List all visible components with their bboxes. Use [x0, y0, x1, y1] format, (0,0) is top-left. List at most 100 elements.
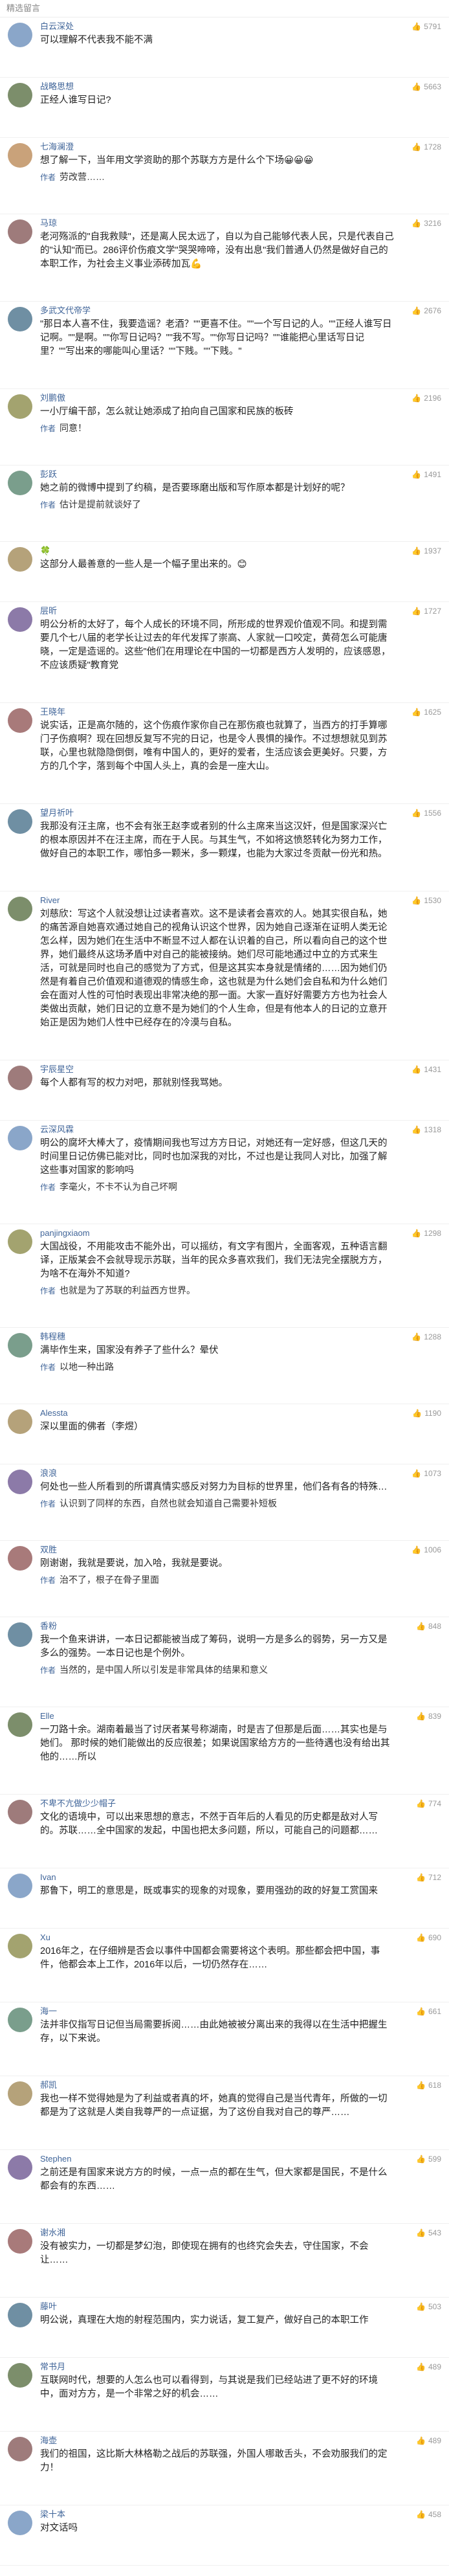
avatar[interactable]: [8, 1712, 32, 1737]
avatar[interactable]: [8, 2155, 32, 2180]
comment-username[interactable]: 谢水湘: [40, 2228, 441, 2238]
comment-username[interactable]: 七海澜澄: [40, 142, 441, 152]
comment-username[interactable]: 马琼: [40, 218, 441, 229]
like-button[interactable]: 👍 1625: [411, 707, 441, 717]
avatar[interactable]: [8, 471, 32, 495]
like-button[interactable]: 👍 1288: [411, 1332, 441, 1342]
like-button[interactable]: 👍 1727: [411, 606, 441, 616]
avatar[interactable]: [8, 1622, 32, 1647]
comment-username[interactable]: 海一: [40, 2006, 441, 2017]
like-button[interactable]: 👍 690: [416, 1932, 441, 1943]
comment-username[interactable]: Stephen: [40, 2154, 441, 2164]
comment-username[interactable]: 层昕: [40, 606, 441, 616]
like-button[interactable]: 👍 1298: [411, 1228, 441, 1238]
comment-username[interactable]: 宇辰星空: [40, 1064, 441, 1075]
like-button[interactable]: 👍 1556: [411, 808, 441, 818]
thumb-up-icon: 👍: [411, 607, 422, 616]
avatar[interactable]: [8, 2008, 32, 2032]
comment-username[interactable]: 🍀: [40, 546, 441, 556]
comment-username[interactable]: Elle: [40, 1711, 441, 1721]
like-button[interactable]: 👍 839: [416, 1711, 441, 1721]
comment-username[interactable]: 浪浪: [40, 1468, 441, 1479]
comment-username[interactable]: 彭跃: [40, 469, 441, 480]
comment-username[interactable]: 梁十本: [40, 2509, 441, 2520]
like-button[interactable]: 👍 661: [416, 2006, 441, 2017]
avatar[interactable]: [8, 1546, 32, 1571]
avatar[interactable]: [8, 143, 32, 168]
comment-username[interactable]: 刘鹏傲: [40, 393, 441, 403]
like-button[interactable]: 👍 1530: [411, 895, 441, 906]
comment-username[interactable]: 王晓年: [40, 707, 441, 717]
avatar[interactable]: [8, 1874, 32, 1898]
avatar[interactable]: [8, 547, 32, 572]
comment-username[interactable]: 韩程穗: [40, 1332, 441, 1342]
comment-username[interactable]: 香粉: [40, 1621, 441, 1631]
comment-username[interactable]: River: [40, 895, 441, 906]
comment-username[interactable]: panjingxiaom: [40, 1228, 441, 1238]
like-count: 543: [428, 2228, 441, 2237]
like-button[interactable]: 👍 1190: [412, 1408, 441, 1418]
comment-username[interactable]: 藤叶: [40, 2302, 441, 2312]
like-button[interactable]: 👍 489: [416, 2362, 441, 2372]
avatar[interactable]: [8, 1229, 32, 1254]
avatar[interactable]: [8, 607, 32, 632]
like-button[interactable]: 👍 503: [416, 2302, 441, 2312]
avatar[interactable]: [8, 23, 32, 47]
comment-username[interactable]: 多武文代帝学: [40, 306, 441, 316]
like-button[interactable]: 👍 5791: [411, 21, 441, 32]
thumb-up-icon: 👍: [416, 2362, 426, 2371]
avatar[interactable]: [8, 1934, 32, 1958]
avatar[interactable]: [8, 708, 32, 733]
comment-username[interactable]: 郝凯: [40, 2080, 441, 2090]
like-button[interactable]: 👍 2196: [411, 393, 441, 403]
avatar[interactable]: [8, 1409, 32, 1434]
like-button[interactable]: 👍 712: [416, 1872, 441, 1883]
comment-username[interactable]: 不卑不亢做少少帽子: [40, 1798, 441, 1809]
avatar[interactable]: [8, 1800, 32, 1824]
like-button[interactable]: 👍 599: [416, 2154, 441, 2164]
like-button[interactable]: 👍 5663: [411, 82, 441, 92]
like-button[interactable]: 👍 1728: [411, 142, 441, 152]
avatar[interactable]: [8, 1333, 32, 1358]
comment-text: 刘慈欣：写这个人就没想让过读者喜欢。这不是读者会喜欢的人。她其实很自私，她的痛苦…: [40, 909, 388, 1028]
avatar[interactable]: [8, 897, 32, 921]
avatar[interactable]: [8, 2081, 32, 2106]
avatar[interactable]: [8, 1126, 32, 1150]
like-button[interactable]: 👍 774: [416, 1798, 441, 1809]
comment-username[interactable]: 白云深处: [40, 21, 441, 32]
avatar[interactable]: [8, 219, 32, 244]
comment-username[interactable]: 常书月: [40, 2362, 441, 2372]
avatar[interactable]: [8, 809, 32, 834]
comment-username[interactable]: 战略思想: [40, 82, 441, 92]
like-button[interactable]: 👍 1006: [411, 1545, 441, 1555]
comment-username[interactable]: Xu: [40, 1932, 441, 1943]
like-button[interactable]: 👍 458: [416, 2509, 441, 2520]
like-button[interactable]: 👍 1431: [411, 1064, 441, 1075]
avatar[interactable]: [8, 2363, 32, 2388]
comment-username[interactable]: 海壶: [40, 2436, 441, 2446]
avatar[interactable]: [8, 83, 32, 107]
avatar[interactable]: [8, 307, 32, 331]
like-button[interactable]: 👍 618: [416, 2080, 441, 2090]
avatar[interactable]: [8, 394, 32, 419]
avatar[interactable]: [8, 1470, 32, 1494]
avatar[interactable]: [8, 1066, 32, 1090]
like-button[interactable]: 👍 1318: [411, 1125, 441, 1135]
avatar[interactable]: [8, 2511, 32, 2535]
like-button[interactable]: 👍 1491: [411, 469, 441, 480]
like-button[interactable]: 👍 1937: [411, 546, 441, 556]
comment-username[interactable]: 双胜: [40, 1545, 441, 1555]
avatar[interactable]: [8, 2437, 32, 2461]
avatar[interactable]: [8, 2229, 32, 2254]
comment-username[interactable]: Alessta: [40, 1408, 441, 1418]
comment-username[interactable]: 云深风霖: [40, 1125, 441, 1135]
like-button[interactable]: 👍 543: [416, 2228, 441, 2238]
like-button[interactable]: 👍 1073: [411, 1468, 441, 1479]
comment-username[interactable]: Ivan: [40, 1872, 441, 1883]
avatar[interactable]: [8, 2303, 32, 2327]
like-button[interactable]: 👍 3216: [411, 218, 441, 229]
like-button[interactable]: 👍 489: [416, 2436, 441, 2446]
like-button[interactable]: 👍 848: [416, 1621, 441, 1631]
like-button[interactable]: 👍 2676: [411, 306, 441, 316]
comment-username[interactable]: 望月祈叶: [40, 808, 441, 818]
